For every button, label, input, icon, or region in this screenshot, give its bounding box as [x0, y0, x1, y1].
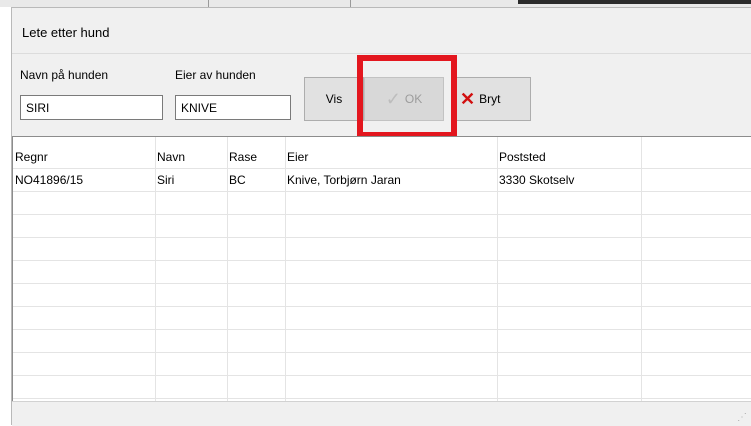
empty-row [13, 353, 751, 376]
empty-row [13, 215, 751, 238]
resize-grip-icon[interactable]: ⋰ [737, 412, 747, 423]
cell-regnr: NO41896/15 [15, 173, 84, 187]
empty-row [13, 284, 751, 307]
table-row[interactable]: NO41896/15 Siri BC Knive, Torbjørn Jaran… [13, 169, 751, 192]
grid-header-row: Regnr Navn Rase Eier Poststed [13, 146, 751, 169]
column-header-poststed[interactable]: Poststed [497, 146, 641, 169]
empty-row [13, 330, 751, 353]
column-header-navn[interactable]: Navn [155, 146, 227, 169]
dialog-title: Lete etter hund [22, 25, 110, 40]
column-header-regnr[interactable]: Regnr [13, 146, 155, 169]
bryt-button-label: Bryt [479, 92, 501, 106]
title-separator [12, 53, 751, 54]
empty-row [13, 261, 751, 284]
empty-row [13, 307, 751, 330]
ok-button-label: OK [404, 92, 423, 106]
cell-rase: BC [229, 173, 246, 187]
vis-button[interactable]: Vis [304, 77, 364, 121]
ok-button[interactable]: ✓ OK [364, 77, 444, 121]
checkmark-icon: ✓ [385, 89, 401, 109]
bryt-button[interactable]: ✕ Bryt [455, 77, 531, 121]
search-dog-dialog: Lete etter hund Navn på hunden Eier av h… [11, 7, 751, 426]
vis-button-label: Vis [325, 92, 343, 106]
column-header-eier[interactable]: Eier [285, 146, 497, 169]
empty-row [13, 376, 751, 399]
empty-row [13, 192, 751, 215]
cell-navn: Siri [157, 173, 175, 187]
dog-name-input[interactable] [20, 95, 163, 120]
dog-name-label: Navn på hunden [20, 68, 109, 82]
owner-input[interactable] [175, 95, 291, 120]
cell-eier: Knive, Torbjørn Jaran [287, 173, 401, 187]
cell-poststed: 3330 Skotselv [499, 173, 575, 187]
results-grid[interactable]: Regnr Navn Rase Eier Poststed NO41896/15… [12, 136, 751, 401]
empty-row [13, 238, 751, 261]
x-icon: ✕ [460, 89, 476, 109]
owner-label: Eier av hunden [175, 68, 256, 82]
column-header-rase[interactable]: Rase [227, 146, 285, 169]
status-bar: ⋰ [12, 401, 751, 426]
background-window-strip [0, 0, 751, 7]
